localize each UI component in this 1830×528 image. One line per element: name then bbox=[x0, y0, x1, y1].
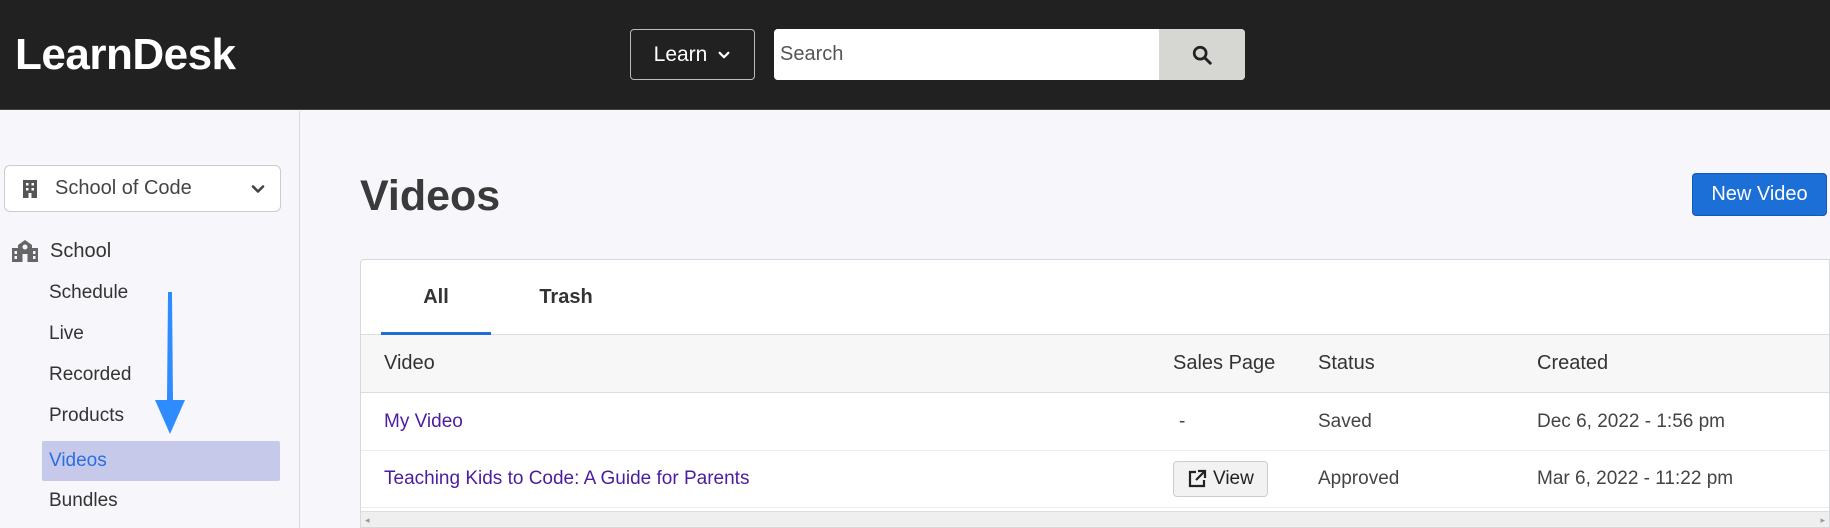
building-icon bbox=[23, 179, 37, 198]
status-value: Approved bbox=[1318, 468, 1400, 489]
search-input[interactable] bbox=[774, 29, 1159, 80]
tab-trash[interactable]: Trash bbox=[511, 260, 621, 335]
videos-card: All Trash Video Sales Page Status Create… bbox=[360, 259, 1830, 528]
logo[interactable]: LearnDesk bbox=[15, 30, 236, 80]
chevron-down-icon bbox=[718, 51, 730, 58]
table-row: Teaching Kids to Code: A Guide for Paren… bbox=[361, 451, 1829, 508]
learn-label: Learn bbox=[653, 42, 708, 66]
table-header: Video Sales Page Status Created bbox=[361, 335, 1829, 393]
school-icon bbox=[12, 240, 38, 262]
arrow-down-icon bbox=[155, 292, 185, 434]
search-bar bbox=[774, 29, 1245, 80]
sidebar-section-school[interactable]: School bbox=[10, 239, 111, 263]
sidebar-item-videos[interactable]: Videos bbox=[42, 441, 280, 481]
horizontal-scrollbar[interactable]: ◂ ▸ bbox=[361, 511, 1829, 527]
created-value: Mar 6, 2022 - 11:22 pm bbox=[1537, 468, 1734, 489]
school-select-label: School of Code bbox=[55, 177, 192, 199]
status-value: Saved bbox=[1318, 411, 1372, 432]
external-link-icon bbox=[1188, 469, 1207, 488]
video-title-link[interactable]: My Video bbox=[384, 394, 463, 450]
view-sales-page-button[interactable]: View bbox=[1173, 461, 1268, 497]
column-header-created[interactable]: Created bbox=[1537, 335, 1608, 392]
column-header-status[interactable]: Status bbox=[1318, 335, 1375, 392]
tab-all[interactable]: All bbox=[381, 260, 491, 335]
chevron-down-icon bbox=[251, 184, 265, 193]
scroll-right-icon[interactable]: ▸ bbox=[1820, 515, 1825, 526]
search-button[interactable] bbox=[1159, 29, 1245, 80]
new-video-button[interactable]: New Video bbox=[1692, 173, 1827, 216]
scroll-left-icon[interactable]: ◂ bbox=[365, 515, 370, 526]
page-title: Videos bbox=[360, 172, 501, 220]
search-icon bbox=[1192, 45, 1212, 65]
school-select[interactable]: School of Code bbox=[4, 165, 281, 212]
view-label: View bbox=[1213, 468, 1254, 489]
sidebar-section-label: School bbox=[50, 239, 112, 262]
column-header-video[interactable]: Video bbox=[384, 335, 435, 392]
sales-page-value: - bbox=[1179, 411, 1186, 432]
video-title-link[interactable]: Teaching Kids to Code: A Guide for Paren… bbox=[384, 451, 749, 507]
table-row: My Video - Saved Dec 6, 2022 - 1:56 pm bbox=[361, 394, 1829, 451]
sidebar: School of Code School Schedule Live Reco… bbox=[0, 111, 300, 528]
tab-bar: All Trash bbox=[361, 260, 1829, 335]
column-header-sales-page[interactable]: Sales Page bbox=[1173, 335, 1275, 392]
sidebar-item-bundles[interactable]: Bundles bbox=[42, 481, 280, 521]
created-value: Dec 6, 2022 - 1:56 pm bbox=[1537, 411, 1725, 432]
learn-dropdown-button[interactable]: Learn bbox=[630, 29, 755, 80]
top-bar: LearnDesk Learn bbox=[0, 0, 1830, 110]
sales-page-cell: View bbox=[1173, 451, 1268, 507]
